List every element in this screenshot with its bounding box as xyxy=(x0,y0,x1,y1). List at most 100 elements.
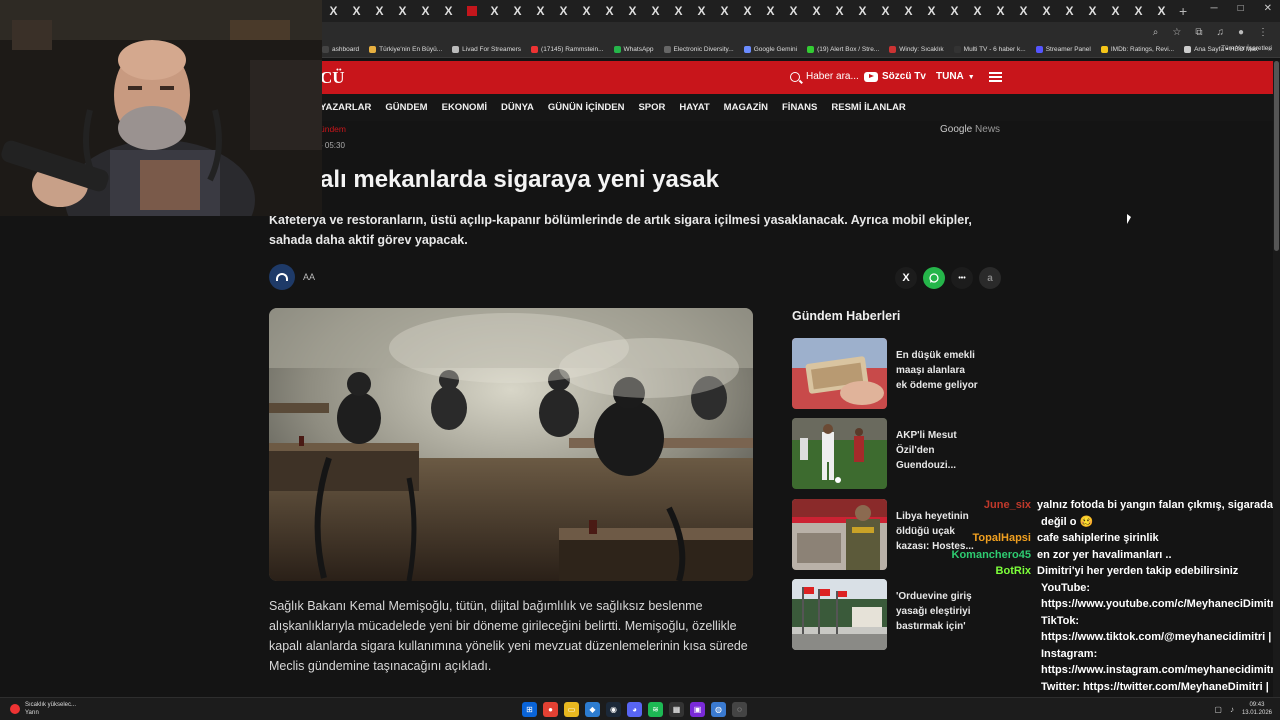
extensions-icon[interactable]: ⧉ xyxy=(1195,27,1202,38)
browser-tab[interactable]: X xyxy=(828,0,851,22)
google-news-link[interactable]: Google News xyxy=(940,124,1000,135)
sidebar-news-item[interactable]: En düşük emekli maaşı alanlara ek ödeme … xyxy=(792,338,978,409)
browser-tab[interactable]: X xyxy=(1035,0,1058,22)
browser-tab[interactable]: X xyxy=(782,0,805,22)
browser-tab[interactable]: X xyxy=(1150,0,1173,22)
browser-tab[interactable]: X xyxy=(552,0,575,22)
windows-start-icon[interactable]: ⊞ xyxy=(522,702,537,717)
nav-item[interactable]: EKONOMİ xyxy=(442,102,487,113)
nav-item[interactable]: HAYAT xyxy=(679,102,709,113)
share-more-button[interactable]: ••• xyxy=(951,267,973,289)
browser-tab[interactable]: X xyxy=(322,0,345,22)
steam-icon[interactable]: ◉ xyxy=(606,702,621,717)
profile-icon[interactable]: ● xyxy=(1238,27,1244,38)
network-icon[interactable]: ▢ xyxy=(1214,705,1222,714)
browser-tab[interactable]: X xyxy=(345,0,368,22)
browser-tab[interactable]: X xyxy=(690,0,713,22)
bookmark-item[interactable]: Türkiye'nin En Büyü... xyxy=(369,46,442,53)
share-x-button[interactable]: X xyxy=(895,267,917,289)
browser-tab[interactable]: X xyxy=(621,0,644,22)
browser-tab[interactable]: X xyxy=(874,0,897,22)
browser-tab[interactable]: X xyxy=(529,0,552,22)
share-whatsapp-button[interactable] xyxy=(923,267,945,289)
menu-kebab-icon[interactable]: ⋮ xyxy=(1258,27,1268,38)
bookmark-item[interactable]: (17145) Rammstein... xyxy=(531,46,604,53)
hamburger-menu-icon[interactable] xyxy=(989,72,1002,82)
browser-tab[interactable]: X xyxy=(506,0,529,22)
bookmark-item[interactable]: WhatsApp xyxy=(613,46,654,53)
breadcrumb[interactable]: ündem xyxy=(320,124,346,134)
bookmark-item[interactable]: (19) Alert Box / Stre... xyxy=(807,46,879,53)
browser-tab[interactable]: X xyxy=(414,0,437,22)
browser-tab[interactable]: X xyxy=(1104,0,1127,22)
close-window-icon[interactable]: ✕ xyxy=(1264,3,1272,14)
nav-item[interactable]: RESMİ İLANLAR xyxy=(831,102,905,113)
browser-tab[interactable]: X xyxy=(713,0,736,22)
nav-item[interactable]: FİNANS xyxy=(782,102,817,113)
search-box[interactable]: Haber ara... xyxy=(790,71,859,82)
nav-item[interactable]: GÜNÜN İÇİNDEN xyxy=(548,102,625,113)
browser-tab[interactable]: X xyxy=(989,0,1012,22)
bookmark-item[interactable]: Streamer Panel xyxy=(1035,46,1091,53)
media-icon[interactable]: ♫ xyxy=(1216,27,1224,38)
nav-item[interactable]: SPOR xyxy=(638,102,665,113)
site-logo[interactable]: CÜ xyxy=(320,68,345,88)
bookmark-item[interactable]: Livad For Streamers xyxy=(452,46,521,53)
author-block[interactable]: AA xyxy=(269,264,315,290)
app-icon[interactable]: ◍ xyxy=(711,702,726,717)
browser-tab[interactable]: X xyxy=(966,0,989,22)
browser-tab[interactable]: X xyxy=(1058,0,1081,22)
bookmark-item[interactable]: Electronic Diversity... xyxy=(663,46,734,53)
chrome-icon[interactable]: ● xyxy=(543,702,558,717)
page-scrollbar[interactable] xyxy=(1273,61,1280,697)
bookmark-item[interactable]: Google Gemini xyxy=(743,46,797,53)
user-menu[interactable]: TUNA ▼ xyxy=(936,71,975,82)
nav-item[interactable]: YAZARLAR xyxy=(320,102,371,113)
browser-tab[interactable]: X xyxy=(851,0,874,22)
browser-tab-active[interactable] xyxy=(460,0,483,22)
browser-tab[interactable]: X xyxy=(644,0,667,22)
spotify-icon[interactable]: ≋ xyxy=(648,702,663,717)
volume-icon[interactable]: ♪ xyxy=(1230,705,1234,714)
bookmark-item[interactable]: ashboard xyxy=(322,46,359,53)
sidebar-news-item[interactable]: AKP'li Mesut Özil'den Guendouzi... xyxy=(792,418,978,489)
sozcu-tv-link[interactable]: Sözcü Tv xyxy=(864,71,926,82)
bookmark-item[interactable]: IMDb: Ratings, Revi... xyxy=(1100,46,1174,53)
browser-tab[interactable]: X xyxy=(575,0,598,22)
nav-item[interactable]: GÜNDEM xyxy=(385,102,427,113)
browser-tab[interactable]: X xyxy=(598,0,621,22)
file-explorer-icon[interactable]: ▭ xyxy=(564,702,579,717)
app-icon[interactable]: ▦ xyxy=(669,702,684,717)
maximize-icon[interactable]: □ xyxy=(1238,3,1244,14)
other-bookmarks-folder[interactable]: Tüm Yer İşaretleri xyxy=(1221,45,1272,52)
weather-widget[interactable]: Sıcaklık yükselec... Yarın xyxy=(10,701,76,717)
bookmark-item[interactable]: Windy: Sıcaklık xyxy=(889,46,944,53)
bookmark-star-icon[interactable]: ☆ xyxy=(1172,27,1181,38)
nav-item[interactable]: DÜNYA xyxy=(501,102,534,113)
browser-tab[interactable]: X xyxy=(667,0,690,22)
browser-tab[interactable]: X xyxy=(483,0,506,22)
browser-tab[interactable]: X xyxy=(736,0,759,22)
browser-tab[interactable]: X xyxy=(437,0,460,22)
browser-tab[interactable]: X xyxy=(920,0,943,22)
minimize-icon[interactable]: ─ xyxy=(1210,3,1217,14)
new-tab-icon[interactable]: + xyxy=(1179,3,1187,19)
nav-item[interactable]: MAGAZİN xyxy=(724,102,768,113)
browser-tab[interactable]: X xyxy=(759,0,782,22)
app-icon[interactable]: ◆ xyxy=(585,702,600,717)
browser-tab[interactable]: X xyxy=(805,0,828,22)
browser-tab[interactable]: X xyxy=(897,0,920,22)
discord-icon[interactable]: ◕ xyxy=(627,702,642,717)
browser-tab[interactable]: X xyxy=(391,0,414,22)
bookmark-item[interactable]: Multi TV - 6 haber k... xyxy=(953,46,1026,53)
browser-tab[interactable]: X xyxy=(1127,0,1150,22)
browser-tab[interactable]: X xyxy=(943,0,966,22)
font-size-button[interactable]: a xyxy=(979,267,1001,289)
browser-tab[interactable]: X xyxy=(1012,0,1035,22)
browser-tab[interactable]: X xyxy=(368,0,391,22)
clock[interactable]: 09:43 13.01.2026 xyxy=(1242,701,1272,717)
app-icon[interactable]: ◌ xyxy=(732,702,747,717)
browser-tab[interactable]: X xyxy=(1081,0,1104,22)
twitch-icon[interactable]: ▣ xyxy=(690,702,705,717)
scrollbar-thumb[interactable] xyxy=(1274,61,1279,251)
